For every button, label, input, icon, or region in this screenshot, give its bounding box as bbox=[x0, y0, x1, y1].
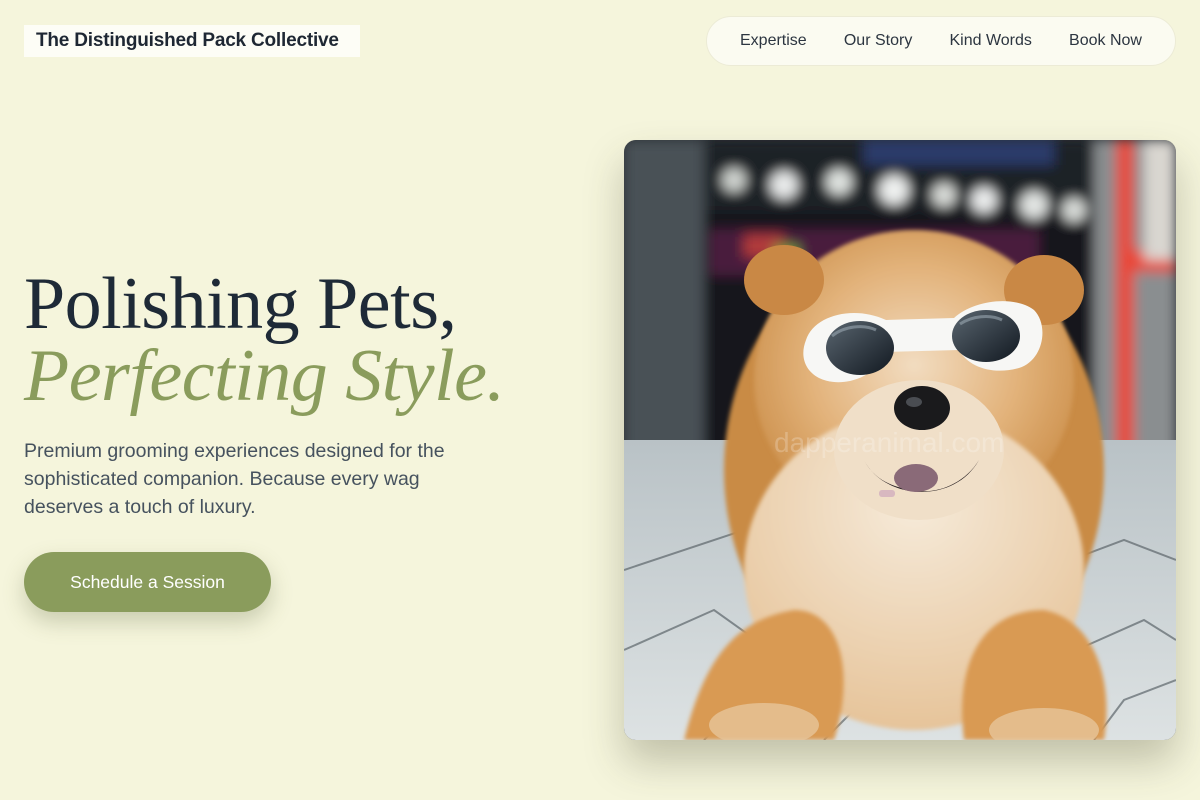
nav-link-book-now[interactable]: Book Now bbox=[1069, 32, 1142, 50]
nav-link-expertise[interactable]: Expertise bbox=[740, 32, 807, 50]
schedule-session-button[interactable]: Schedule a Session bbox=[24, 552, 271, 612]
hero-headline-line2: Perfecting Style. bbox=[24, 335, 505, 417]
hero-headline-line1: Polishing Pets, bbox=[24, 263, 457, 345]
brand-logo[interactable]: The Distinguished Pack Collective bbox=[24, 25, 360, 57]
nav-link-kind-words[interactable]: Kind Words bbox=[949, 32, 1031, 50]
brand-name: The Distinguished Pack Collective bbox=[36, 30, 339, 51]
hero-headline: Polishing Pets, Perfecting Style. bbox=[24, 267, 505, 417]
hero-subtitle: Premium grooming experiences designed fo… bbox=[24, 440, 445, 518]
dog-with-sunglasses-image: dapperanimal.com bbox=[624, 140, 1176, 740]
image-watermark: dapperanimal.com bbox=[774, 427, 1004, 458]
nav-link-our-story[interactable]: Our Story bbox=[844, 32, 912, 50]
main-nav: Expertise Our Story Kind Words Book Now bbox=[706, 16, 1176, 66]
hero-dog-photo: dapperanimal.com bbox=[624, 140, 1176, 740]
